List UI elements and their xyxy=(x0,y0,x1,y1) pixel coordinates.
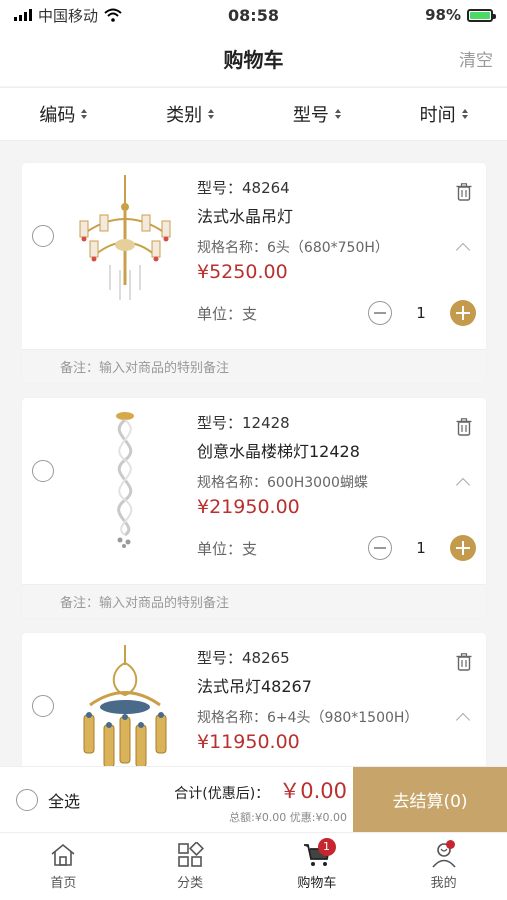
wifi-icon xyxy=(104,8,122,22)
item-model: 型号：12428 xyxy=(197,414,290,432)
item-spec: 规格名称：600H3000蝴蝶 xyxy=(197,475,368,491)
sort-label: 编码 xyxy=(39,105,76,126)
sort-by-time[interactable]: 时间 xyxy=(380,101,507,127)
decrease-quantity-button[interactable] xyxy=(368,536,392,560)
cart-badge: 1 xyxy=(317,838,336,856)
subtotal-breakdown: 总额:¥0.00 优惠:¥0.00 xyxy=(229,810,347,824)
sort-by-model[interactable]: 型号 xyxy=(254,101,381,127)
item-price: ¥5250.00 xyxy=(197,261,288,283)
item-unit: 单位：支 xyxy=(197,539,258,558)
clock: 08:58 xyxy=(228,5,279,25)
quantity-stepper: 1 xyxy=(368,535,476,561)
trash-icon[interactable] xyxy=(456,653,472,671)
increase-quantity-button[interactable] xyxy=(450,300,476,326)
item-remark-input[interactable]: 备注：输入对商品的特别备注 xyxy=(22,349,486,383)
tab-label: 分类 xyxy=(177,876,204,891)
sort-label: 型号 xyxy=(292,105,329,126)
sort-arrows-icon xyxy=(334,109,341,119)
item-price: ¥11950.00 xyxy=(197,731,300,753)
battery-icon xyxy=(467,8,497,22)
cart-item: 型号：48264 法式水晶吊灯 规格名称：6头（680*750H） ¥5250.… xyxy=(22,163,486,383)
item-spec: 规格名称：6+4头（980*1500H） xyxy=(197,710,419,726)
quantity-stepper: 1 xyxy=(368,300,476,326)
tab-bar: 首页 分类 1 购物车 我的 xyxy=(0,832,507,900)
tab-category[interactable]: 分类 xyxy=(127,833,254,900)
chandelier-image xyxy=(79,175,171,300)
quantity-value[interactable]: 1 xyxy=(392,304,450,322)
select-all-radio[interactable] xyxy=(16,788,38,811)
item-select-radio[interactable] xyxy=(32,695,54,717)
tab-label: 我的 xyxy=(430,876,457,891)
signal-icon xyxy=(14,9,32,21)
chevron-up-icon xyxy=(455,242,471,258)
select-all-toggle[interactable]: 全选 xyxy=(0,767,140,832)
sort-label: 时间 xyxy=(419,105,456,126)
sort-arrows-icon xyxy=(81,109,88,119)
cart-item: 型号：12428 创意水晶楼梯灯12428 规格名称：600H3000蝴蝶 ¥2… xyxy=(22,398,486,618)
home-icon xyxy=(51,843,75,866)
item-remark-input[interactable]: 备注：输入对商品的特别备注 xyxy=(22,584,486,618)
status-bar: 中国移动 08:58 98% xyxy=(0,0,507,30)
tab-cart[interactable]: 1 购物车 xyxy=(254,833,381,900)
total-value: ￥0.00 xyxy=(279,778,347,803)
item-model: 型号：48265 xyxy=(197,649,290,667)
item-spec-toggle[interactable]: 规格名称：6头（680*750H） xyxy=(197,233,476,261)
tab-label: 首页 xyxy=(50,876,77,891)
battery-percent: 98% xyxy=(425,6,462,24)
item-select-radio[interactable] xyxy=(32,460,54,482)
sort-by-category[interactable]: 类别 xyxy=(127,101,254,127)
item-name: 法式吊灯48267 xyxy=(197,677,312,696)
sort-bar: 编码 类别 型号 时间 xyxy=(0,87,507,141)
category-icon xyxy=(178,842,205,867)
chandelier-image xyxy=(116,412,134,548)
tab-profile[interactable]: 我的 xyxy=(380,833,507,900)
total-label: 合计(优惠后)： xyxy=(174,785,270,802)
clear-cart-button[interactable]: 清空 xyxy=(459,46,493,71)
item-model: 型号：48264 xyxy=(197,179,290,197)
carrier-label: 中国移动 xyxy=(38,6,99,25)
sort-label: 类别 xyxy=(166,105,203,126)
item-unit: 单位：支 xyxy=(197,304,258,323)
chevron-up-icon xyxy=(455,477,471,493)
sort-by-code[interactable]: 编码 xyxy=(0,101,127,127)
trash-icon[interactable] xyxy=(456,418,472,436)
chevron-up-icon xyxy=(455,712,471,728)
tab-home[interactable]: 首页 xyxy=(0,833,127,900)
totals: 合计(优惠后)： ￥0.00 总额:¥0.00 优惠:¥0.00 xyxy=(140,767,353,832)
item-spec-toggle[interactable]: 规格名称：600H3000蝴蝶 xyxy=(197,468,476,496)
chandelier-image xyxy=(83,645,167,768)
nav-bar: 购物车 清空 xyxy=(0,30,507,86)
item-price: ¥21950.00 xyxy=(197,496,300,518)
sort-arrows-icon xyxy=(208,109,215,119)
checkout-bar: 全选 合计(优惠后)： ￥0.00 总额:¥0.00 优惠:¥0.00 去结算(… xyxy=(0,766,507,832)
sort-arrows-icon xyxy=(461,109,468,119)
quantity-value[interactable]: 1 xyxy=(392,539,450,557)
item-name: 法式水晶吊灯 xyxy=(197,207,294,226)
decrease-quantity-button[interactable] xyxy=(368,301,392,325)
item-spec: 规格名称：6头（680*750H） xyxy=(197,240,389,256)
select-all-label: 全选 xyxy=(48,791,81,811)
increase-quantity-button[interactable] xyxy=(450,535,476,561)
checkout-button[interactable]: 去结算(0) xyxy=(353,767,507,832)
tab-label: 购物车 xyxy=(297,876,337,891)
item-name: 创意水晶楼梯灯12428 xyxy=(197,442,360,461)
page-title: 购物车 xyxy=(223,47,284,72)
item-spec-toggle[interactable]: 规格名称：6+4头（980*1500H） xyxy=(197,703,476,731)
trash-icon[interactable] xyxy=(456,183,472,201)
item-select-radio[interactable] xyxy=(32,225,54,247)
cart-list: 型号：48264 法式水晶吊灯 规格名称：6头（680*750H） ¥5250.… xyxy=(22,163,486,834)
